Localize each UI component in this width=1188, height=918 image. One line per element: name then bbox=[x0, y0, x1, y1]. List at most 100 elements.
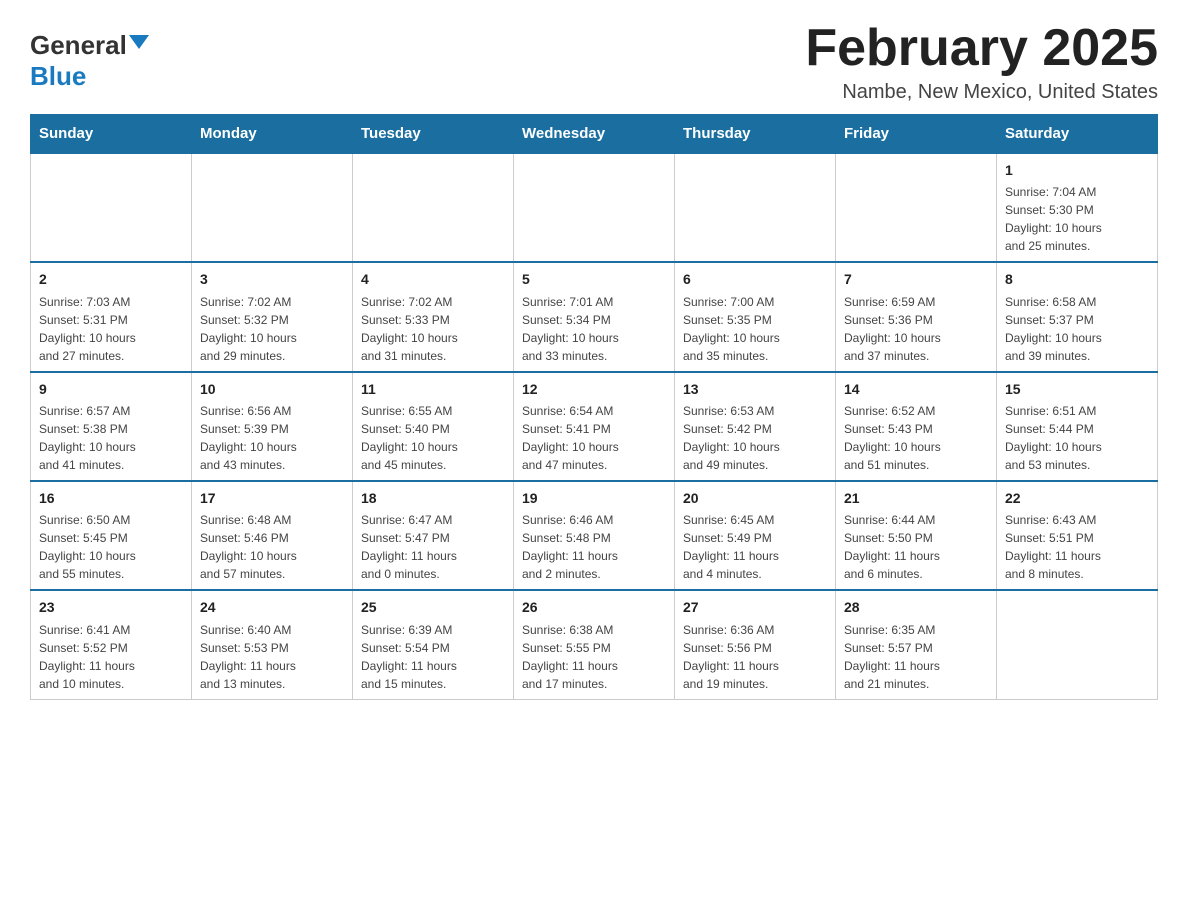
logo: General Blue bbox=[30, 30, 149, 92]
calendar-header-row: Sunday Monday Tuesday Wednesday Thursday… bbox=[31, 115, 1158, 154]
day-number: 6 bbox=[683, 269, 827, 289]
table-row: 23 Sunrise: 6:41 AM Sunset: 5:52 PM Dayli… bbox=[31, 590, 192, 699]
day-info: Sunrise: 6:36 AM Sunset: 5:56 PM Dayligh… bbox=[683, 621, 827, 693]
day-number: 18 bbox=[361, 488, 505, 508]
table-row bbox=[836, 153, 997, 262]
day-number: 12 bbox=[522, 379, 666, 399]
table-row: 18 Sunrise: 6:47 AM Sunset: 5:47 PM Dayli… bbox=[353, 481, 514, 590]
day-number: 13 bbox=[683, 379, 827, 399]
day-info: Sunrise: 6:39 AM Sunset: 5:54 PM Dayligh… bbox=[361, 621, 505, 693]
col-monday: Monday bbox=[192, 115, 353, 154]
page-header: General Blue February 2025 Nambe, New Me… bbox=[30, 20, 1158, 104]
table-row: 26 Sunrise: 6:38 AM Sunset: 5:55 PM Dayli… bbox=[514, 590, 675, 699]
calendar-week-row: 23 Sunrise: 6:41 AM Sunset: 5:52 PM Dayli… bbox=[31, 590, 1158, 699]
col-thursday: Thursday bbox=[675, 115, 836, 154]
table-row: 5 Sunrise: 7:01 AM Sunset: 5:34 PM Daylig… bbox=[514, 262, 675, 371]
day-number: 15 bbox=[1005, 379, 1149, 399]
day-info: Sunrise: 6:51 AM Sunset: 5:44 PM Dayligh… bbox=[1005, 402, 1149, 474]
table-row: 28 Sunrise: 6:35 AM Sunset: 5:57 PM Dayli… bbox=[836, 590, 997, 699]
day-info: Sunrise: 6:38 AM Sunset: 5:55 PM Dayligh… bbox=[522, 621, 666, 693]
day-number: 11 bbox=[361, 379, 505, 399]
day-number: 7 bbox=[844, 269, 988, 289]
logo-triangle-icon bbox=[129, 35, 149, 49]
calendar-week-row: 9 Sunrise: 6:57 AM Sunset: 5:38 PM Daylig… bbox=[31, 372, 1158, 481]
day-info: Sunrise: 7:03 AM Sunset: 5:31 PM Dayligh… bbox=[39, 293, 183, 365]
table-row: 2Sunrise: 7:03 AM Sunset: 5:31 PM Daylig… bbox=[31, 262, 192, 371]
table-row: 17 Sunrise: 6:48 AM Sunset: 5:46 PM Dayli… bbox=[192, 481, 353, 590]
table-row: 9 Sunrise: 6:57 AM Sunset: 5:38 PM Daylig… bbox=[31, 372, 192, 481]
table-row: 25 Sunrise: 6:39 AM Sunset: 5:54 PM Dayli… bbox=[353, 590, 514, 699]
day-info: Sunrise: 6:58 AM Sunset: 5:37 PM Dayligh… bbox=[1005, 293, 1149, 365]
day-info: Sunrise: 7:01 AM Sunset: 5:34 PM Dayligh… bbox=[522, 293, 666, 365]
day-info: Sunrise: 6:40 AM Sunset: 5:53 PM Dayligh… bbox=[200, 621, 344, 693]
table-row: 19Sunrise: 6:46 AM Sunset: 5:48 PM Dayli… bbox=[514, 481, 675, 590]
col-sunday: Sunday bbox=[31, 115, 192, 154]
day-info: Sunrise: 6:35 AM Sunset: 5:57 PM Dayligh… bbox=[844, 621, 988, 693]
table-row: 7 Sunrise: 6:59 AM Sunset: 5:36 PM Daylig… bbox=[836, 262, 997, 371]
table-row bbox=[31, 153, 192, 262]
table-row: 15 Sunrise: 6:51 AM Sunset: 5:44 PM Dayli… bbox=[997, 372, 1158, 481]
table-row: 16Sunrise: 6:50 AM Sunset: 5:45 PM Dayli… bbox=[31, 481, 192, 590]
day-number: 1 bbox=[1005, 160, 1149, 180]
day-info: Sunrise: 6:52 AM Sunset: 5:43 PM Dayligh… bbox=[844, 402, 988, 474]
day-number: 10 bbox=[200, 379, 344, 399]
day-info: Sunrise: 6:46 AM Sunset: 5:48 PM Dayligh… bbox=[522, 511, 666, 583]
logo-general: General bbox=[30, 30, 127, 61]
calendar-week-row: 1Sunrise: 7:04 AM Sunset: 5:30 PM Daylig… bbox=[31, 153, 1158, 262]
table-row: 12 Sunrise: 6:54 AM Sunset: 5:41 PM Dayli… bbox=[514, 372, 675, 481]
day-info: Sunrise: 6:53 AM Sunset: 5:42 PM Dayligh… bbox=[683, 402, 827, 474]
table-row: 14 Sunrise: 6:52 AM Sunset: 5:43 PM Dayli… bbox=[836, 372, 997, 481]
day-number: 23 bbox=[39, 597, 183, 617]
day-number: 8 bbox=[1005, 269, 1149, 289]
col-friday: Friday bbox=[836, 115, 997, 154]
day-info: Sunrise: 6:54 AM Sunset: 5:41 PM Dayligh… bbox=[522, 402, 666, 474]
day-number: 24 bbox=[200, 597, 344, 617]
calendar-week-row: 16Sunrise: 6:50 AM Sunset: 5:45 PM Dayli… bbox=[31, 481, 1158, 590]
day-number: 28 bbox=[844, 597, 988, 617]
day-info: Sunrise: 6:56 AM Sunset: 5:39 PM Dayligh… bbox=[200, 402, 344, 474]
table-row: 21 Sunrise: 6:44 AM Sunset: 5:50 PM Dayli… bbox=[836, 481, 997, 590]
table-row: 10 Sunrise: 6:56 AM Sunset: 5:39 PM Dayli… bbox=[192, 372, 353, 481]
col-tuesday: Tuesday bbox=[353, 115, 514, 154]
day-number: 14 bbox=[844, 379, 988, 399]
table-row: 24 Sunrise: 6:40 AM Sunset: 5:53 PM Dayli… bbox=[192, 590, 353, 699]
table-row: 11 Sunrise: 6:55 AM Sunset: 5:40 PM Dayli… bbox=[353, 372, 514, 481]
location: Nambe, New Mexico, United States bbox=[805, 81, 1158, 104]
table-row: 22Sunrise: 6:43 AM Sunset: 5:51 PM Dayli… bbox=[997, 481, 1158, 590]
day-number: 3 bbox=[200, 269, 344, 289]
table-row: 1Sunrise: 7:04 AM Sunset: 5:30 PM Daylig… bbox=[997, 153, 1158, 262]
day-info: Sunrise: 6:50 AM Sunset: 5:45 PM Dayligh… bbox=[39, 511, 183, 583]
day-number: 27 bbox=[683, 597, 827, 617]
table-row bbox=[353, 153, 514, 262]
table-row bbox=[675, 153, 836, 262]
calendar-table: Sunday Monday Tuesday Wednesday Thursday… bbox=[30, 114, 1158, 699]
day-info: Sunrise: 6:55 AM Sunset: 5:40 PM Dayligh… bbox=[361, 402, 505, 474]
day-info: Sunrise: 7:02 AM Sunset: 5:32 PM Dayligh… bbox=[200, 293, 344, 365]
day-number: 22 bbox=[1005, 488, 1149, 508]
day-info: Sunrise: 6:47 AM Sunset: 5:47 PM Dayligh… bbox=[361, 511, 505, 583]
day-info: Sunrise: 6:57 AM Sunset: 5:38 PM Dayligh… bbox=[39, 402, 183, 474]
day-info: Sunrise: 6:45 AM Sunset: 5:49 PM Dayligh… bbox=[683, 511, 827, 583]
day-info: Sunrise: 6:48 AM Sunset: 5:46 PM Dayligh… bbox=[200, 511, 344, 583]
table-row bbox=[514, 153, 675, 262]
table-row: 3 Sunrise: 7:02 AM Sunset: 5:32 PM Daylig… bbox=[192, 262, 353, 371]
day-number: 4 bbox=[361, 269, 505, 289]
calendar-week-row: 2Sunrise: 7:03 AM Sunset: 5:31 PM Daylig… bbox=[31, 262, 1158, 371]
day-number: 9 bbox=[39, 379, 183, 399]
day-info: Sunrise: 6:59 AM Sunset: 5:36 PM Dayligh… bbox=[844, 293, 988, 365]
table-row: 8 Sunrise: 6:58 AM Sunset: 5:37 PM Daylig… bbox=[997, 262, 1158, 371]
day-info: Sunrise: 6:44 AM Sunset: 5:50 PM Dayligh… bbox=[844, 511, 988, 583]
table-row: 13 Sunrise: 6:53 AM Sunset: 5:42 PM Dayli… bbox=[675, 372, 836, 481]
day-number: 21 bbox=[844, 488, 988, 508]
day-info: Sunrise: 6:41 AM Sunset: 5:52 PM Dayligh… bbox=[39, 621, 183, 693]
table-row bbox=[192, 153, 353, 262]
day-number: 20 bbox=[683, 488, 827, 508]
day-number: 26 bbox=[522, 597, 666, 617]
table-row bbox=[997, 590, 1158, 699]
day-info: Sunrise: 7:00 AM Sunset: 5:35 PM Dayligh… bbox=[683, 293, 827, 365]
col-saturday: Saturday bbox=[997, 115, 1158, 154]
day-number: 25 bbox=[361, 597, 505, 617]
day-number: 17 bbox=[200, 488, 344, 508]
day-info: Sunrise: 7:02 AM Sunset: 5:33 PM Dayligh… bbox=[361, 293, 505, 365]
day-number: 5 bbox=[522, 269, 666, 289]
